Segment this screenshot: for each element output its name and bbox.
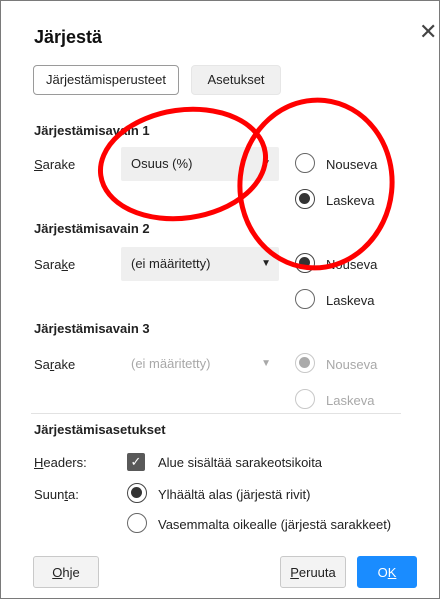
sort-key-2-descending-label: Laskeva <box>326 293 375 308</box>
sort-key-3-selected-value: (ei määritetty) <box>131 356 211 371</box>
sort-key-1-heading: Järjestämisavain 1 <box>34 123 150 138</box>
sort-key-2-ascending-radio[interactable] <box>295 253 315 273</box>
chevron-down-icon: ▼ <box>261 258 271 269</box>
sort-key-1-descending-radio[interactable] <box>295 189 315 209</box>
sort-key-3-select[interactable]: (ei määritetty) ▼ <box>121 347 279 381</box>
direction-top-to-bottom-label: Ylhäältä alas (järjestä rivit) <box>158 487 311 502</box>
sort-options-heading: Järjestämisasetukset <box>34 422 166 437</box>
sort-key-2-select[interactable]: (ei määritetty) ▼ <box>121 247 279 281</box>
direction-left-to-right-radio[interactable] <box>127 513 147 533</box>
direction-top-to-bottom-radio[interactable] <box>127 483 147 503</box>
tab-sort-criteria[interactable]: Järjestämisperusteet <box>33 65 179 95</box>
sort-key-1-selected-value: Osuus (%) <box>131 156 193 171</box>
sort-key-1-ascending-label: Nouseva <box>326 157 378 172</box>
sort-key-3-ascending-radio[interactable] <box>295 353 315 373</box>
sort-key-3-column-label: Sarake <box>34 357 76 372</box>
tab-options[interactable]: Asetukset <box>191 65 281 95</box>
direction-left-to-right-label: Vasemmalta oikealle (järjestä sarakkeet) <box>158 517 392 532</box>
close-icon[interactable]: ✕ <box>419 21 437 43</box>
sort-key-2-descending-radio[interactable] <box>295 289 315 309</box>
sort-key-2-selected-value: (ei määritetty) <box>131 256 211 271</box>
sort-key-3-descending-radio[interactable] <box>295 389 315 409</box>
options-divider <box>31 413 401 414</box>
direction-label: Suunta: <box>34 487 79 502</box>
sort-key-2-column-label: Sarake <box>34 257 76 272</box>
chevron-down-icon: ▼ <box>261 158 271 169</box>
headers-checkbox[interactable]: ✓ <box>127 453 145 471</box>
sort-key-1-ascending-radio[interactable] <box>295 153 315 173</box>
sort-key-1-descending-label: Laskeva <box>326 193 375 208</box>
sort-key-2-heading: Järjestämisavain 2 <box>34 221 150 236</box>
ok-button[interactable]: OK <box>357 556 417 588</box>
sort-key-1-select[interactable]: Osuus (%) ▼ <box>121 147 279 181</box>
sort-key-3-descending-label: Laskeva <box>326 393 375 408</box>
headers-label: Headers: <box>34 455 87 470</box>
sort-key-3-ascending-label: Nouseva <box>326 357 378 372</box>
cancel-button[interactable]: Peruuta <box>280 556 346 588</box>
sort-key-2-ascending-label: Nouseva <box>326 257 378 272</box>
headers-checkbox-label: Alue sisältää sarakeotsikoita <box>158 455 323 470</box>
dialog-title: Järjestä <box>34 27 103 47</box>
chevron-down-icon: ▼ <box>261 358 271 369</box>
sort-key-1-column-label: Sarake <box>34 157 76 172</box>
sort-key-3-heading: Järjestämisavain 3 <box>34 321 150 336</box>
help-button[interactable]: Ohje <box>33 556 99 588</box>
sort-key-1-column-label-rest: arake <box>42 157 76 172</box>
sort-dialog: Järjestä ✕ Järjestämisperusteet Asetukse… <box>0 0 440 599</box>
